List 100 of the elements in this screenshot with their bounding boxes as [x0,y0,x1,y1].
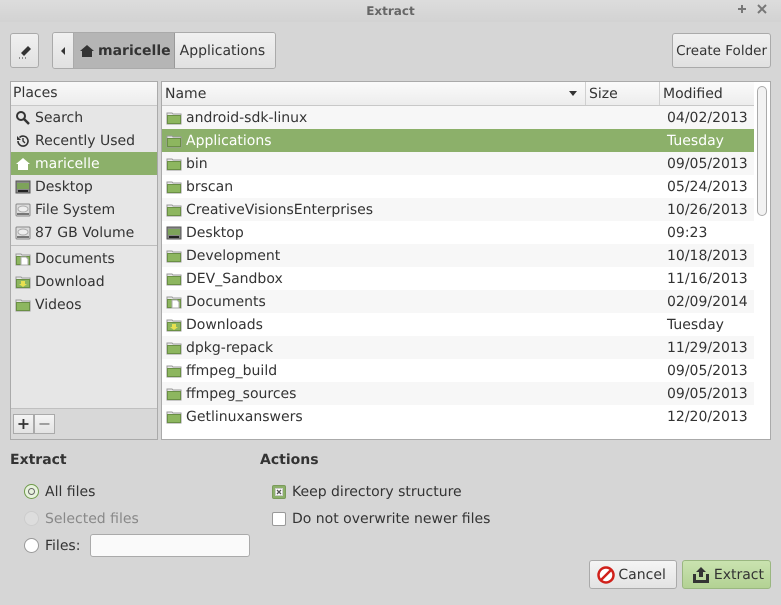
column-header[interactable]: Modified [660,82,754,105]
desktop-icon [166,224,182,240]
extract-button[interactable]: Extract [682,560,771,589]
section-title: Actions [260,452,320,470]
file-row[interactable]: Getlinuxanswers 12/20/2013 [162,405,754,428]
file-row[interactable]: Desktop 09:23 [162,221,754,244]
column-header: Places [11,82,157,106]
file-name: ffmpeg_build [186,362,278,378]
sidebar-item[interactable]: Desktop [11,175,157,198]
maximize-icon[interactable] [737,4,747,14]
file-row[interactable]: Documents 02/09/2014 [162,290,754,313]
modified-date: 11/16/2013 [667,270,748,286]
column-header[interactable]: Name [162,82,586,105]
file-name: Downloads [186,316,263,332]
option-label[interactable]: All files [45,484,96,500]
file-name: Applications [186,132,272,148]
file-row[interactable]: brscan 05/24/2013 [162,175,754,198]
file-name: Documents [186,294,266,310]
sidebar-item[interactable]: 87 GB Volume [11,221,157,244]
folder-icon [166,270,182,286]
scroll-left-button[interactable] [53,33,74,68]
modified-date: 11/29/2013 [667,340,748,356]
file-row[interactable]: dpkg-repack 11/29/2013 [162,336,754,359]
desktop-icon [15,178,31,194]
folder-icon [166,362,182,378]
modified-date: 09/05/2013 [667,362,748,378]
document-folder-icon [166,294,182,310]
modified-date: 12/20/2013 [667,408,748,424]
check-mark-icon [275,488,283,496]
file-name: Getlinuxanswers [186,408,303,424]
modified-date: 09/05/2013 [667,386,748,402]
section-title: Extract [10,452,68,470]
folder-icon [166,408,182,424]
close-icon[interactable] [757,4,767,14]
folder-icon [166,340,182,356]
file-name: dpkg-repack [186,340,274,356]
option-label[interactable]: Do not overwrite newer files [292,510,490,526]
option-label[interactable]: Keep directory structure [292,484,462,500]
file-name: CreativeVisionsEnterprises [186,202,374,218]
download-folder-icon [15,274,31,290]
window-title: Extract [366,4,415,18]
modified-date: 10/18/2013 [667,248,748,264]
document-folder-icon [15,250,31,266]
drive-icon [15,224,31,240]
file-row[interactable]: DEV_Sandbox 11/16/2013 [162,267,754,290]
file-name: brscan [186,178,234,194]
file-name: android-sdk-linux [186,110,308,126]
edit-location-button[interactable] [10,33,39,68]
folder-icon [166,202,182,218]
path-button[interactable]: maricelle [74,33,175,68]
folder-icon [15,296,31,312]
option-label: Selected files [45,510,139,526]
path-button[interactable]: Applications [174,33,276,68]
modified-date: 04/02/2013 [667,110,748,126]
file-name: Desktop [186,224,244,240]
file-name: bin [186,156,208,172]
upload-icon [690,564,711,584]
radio-button[interactable] [24,484,39,499]
file-row[interactable]: Development 10/18/2013 [162,244,754,267]
checkbox[interactable] [272,484,286,498]
folder-icon [166,156,182,172]
file-row[interactable]: ffmpeg_build 09/05/2013 [162,359,754,382]
add-button[interactable]: + [13,414,34,434]
folder-icon [166,386,182,402]
file-row[interactable]: bin 09/05/2013 [162,152,754,175]
input-field[interactable] [90,534,250,557]
left-arrow-icon [60,46,66,54]
file-row[interactable]: Downloads Tuesday [162,313,754,336]
sidebar-item[interactable]: File System [11,198,157,221]
cancel-button[interactable]: Cancel [589,560,677,589]
modified-date: 02/09/2014 [667,294,748,310]
drive-icon [15,202,31,218]
folder-icon [166,248,182,264]
file-row[interactable]: ffmpeg_sources 09/05/2013 [162,382,754,405]
modified-date: 05/24/2013 [667,178,748,194]
radio-button[interactable] [24,538,39,553]
sidebar-item[interactable]: Download [11,270,157,293]
sidebar-item[interactable]: Search [11,106,157,129]
sidebar-item[interactable]: Recently Used [11,129,157,152]
file-row[interactable]: CreativeVisionsEnterprises 10/26/2013 [162,198,754,221]
sidebar-item[interactable]: Documents [11,247,157,270]
home-icon [79,42,95,58]
option-label[interactable]: Files: [45,538,80,554]
file-row[interactable]: android-sdk-linux 04/02/2013 [162,106,754,129]
checkbox[interactable] [272,512,286,526]
cancel-icon [597,566,616,584]
folder-icon [166,110,182,126]
scrollbar-thumb[interactable] [757,86,767,216]
file-name: ffmpeg_sources [186,386,296,402]
modified-date: 09/05/2013 [667,156,748,172]
file-name: Development [186,248,280,264]
modified-date: 09:23 [667,224,708,240]
modified-date: 10/26/2013 [667,202,748,218]
create-folder-button[interactable]: Create Folder [672,33,771,68]
search-icon [15,110,31,126]
sidebar-item[interactable]: Videos [11,293,157,316]
modified-date: Tuesday [667,132,724,148]
folder-icon [166,132,182,148]
column-header[interactable]: Size [586,82,660,105]
folder-icon [166,178,182,194]
